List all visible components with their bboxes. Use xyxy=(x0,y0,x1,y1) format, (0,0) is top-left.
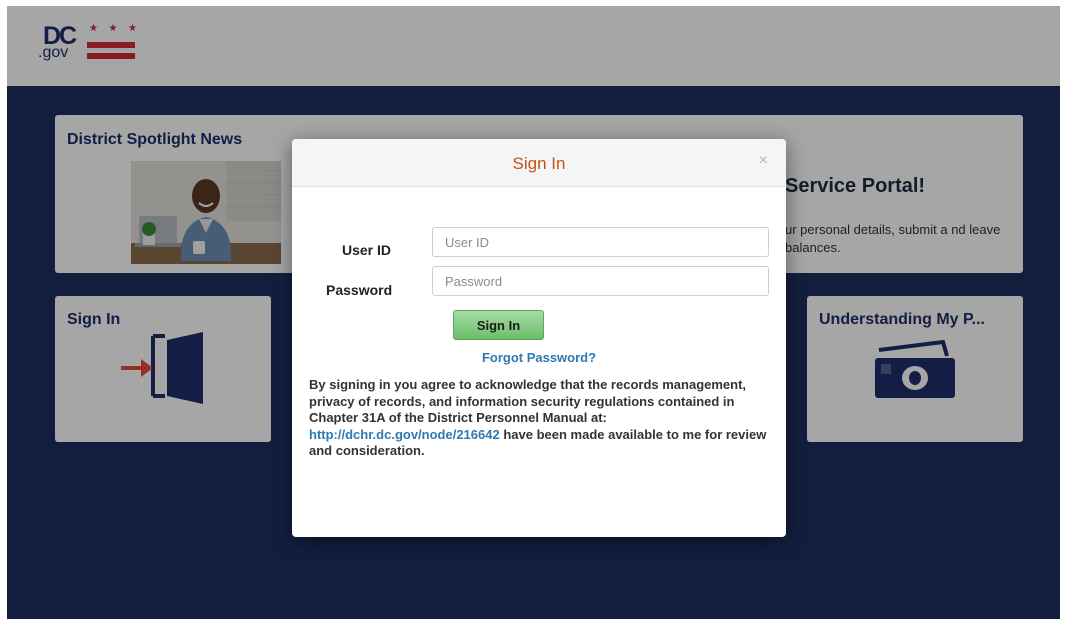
notice-text-before: By signing in you agree to acknowledge t… xyxy=(309,377,747,425)
dialog-title: Sign In xyxy=(512,154,566,173)
close-icon[interactable]: × xyxy=(759,151,768,171)
user-id-label: User ID xyxy=(342,242,392,258)
dialog-header: Sign In × xyxy=(292,139,786,187)
sign-in-button[interactable]: Sign In xyxy=(453,310,544,340)
user-id-input[interactable] xyxy=(432,227,769,257)
records-notice: By signing in you agree to acknowledge t… xyxy=(309,377,771,460)
password-label: Password xyxy=(326,282,393,298)
password-input[interactable] xyxy=(432,266,769,296)
app-frame: DC .gov ★ ★ ★ District Spotlight News Se… xyxy=(7,6,1060,619)
forgot-password-link[interactable]: Forgot Password? xyxy=(292,350,786,365)
sign-in-dialog: Sign In × User ID Password Sign In Forgo… xyxy=(292,139,786,537)
dpm-node-link[interactable]: http://dchr.dc.gov/node/216642 xyxy=(309,427,500,442)
